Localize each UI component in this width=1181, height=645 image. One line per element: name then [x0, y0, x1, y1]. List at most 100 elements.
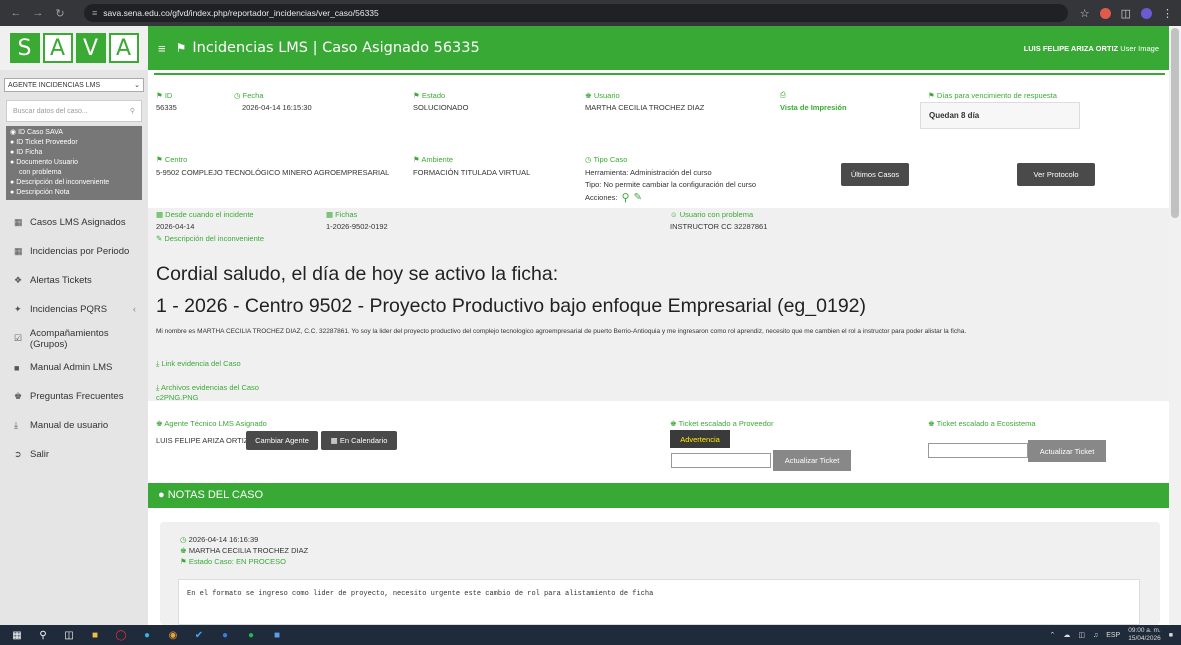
sidebar-item-label: Incidencias por Periodo [30, 246, 130, 257]
forward-icon[interactable]: → [30, 7, 46, 19]
profile-avatar-icon[interactable] [1141, 7, 1152, 19]
chrome-icon[interactable]: ◉ [164, 630, 182, 641]
logo-letter: A [108, 33, 139, 63]
centro-label-text: Centro [164, 155, 188, 164]
filter-option-radio[interactable]: ● Descripción del inconveniente [10, 178, 138, 188]
system-tray: ⌃ ☁ ◫ ♫ ESP 09:00 a. m. 15/04/2026 ■ [1049, 627, 1173, 643]
back-icon[interactable]: ← [8, 7, 24, 19]
sidebar-item-salir[interactable]: ➲ Salir [0, 440, 148, 469]
descripcion-label: ✎ Descripción del inconveniente [156, 234, 265, 243]
sidebar-item-alertas[interactable]: ❖ Alertas Tickets [0, 266, 148, 295]
scrollbar-thumb[interactable] [1171, 28, 1179, 218]
app-icon[interactable]: ✔ [190, 630, 208, 641]
address-bar[interactable]: ≡ sava.sena.edu.co/gfvd/index.php/report… [84, 4, 1068, 22]
search-icon[interactable]: ⚲ [622, 191, 630, 204]
role-select[interactable]: AGENTE INCIDENCIAS LMS ⌄ [4, 78, 144, 92]
link-evidencia-text: Link evidencia del Caso [161, 359, 241, 368]
extensions-puzzle-icon[interactable]: ◫ [1121, 7, 1131, 20]
ticket-proveedor-label-text: Ticket escalado a Proveedor [678, 419, 774, 428]
filter-option-radio[interactable]: ● Descripción Nota [10, 188, 138, 198]
site-settings-icon[interactable]: ≡ [92, 8, 97, 18]
archivos-label: ⤓ Archivos evidencias del Caso [156, 383, 259, 392]
sidebar-item-manual-admin[interactable]: ■ Manual Admin LMS [0, 353, 148, 382]
ticket-proveedor-input[interactable] [671, 453, 771, 468]
ticket-ecosistema-input[interactable] [928, 443, 1028, 458]
sidebar: AGENTE INCIDENCIAS LMS ⌄ Buscar datos del… [0, 70, 148, 625]
filter-option-radio[interactable]: ◉ ID Caso SAVA [10, 128, 138, 138]
windows-start-icon[interactable]: ▦ [8, 630, 26, 641]
filter-label: Descripción del inconveniente [16, 179, 110, 186]
desde-label: ▦ Desde cuando el incidente [156, 210, 254, 219]
sidebar-item-casos-lms[interactable]: ▦ Casos LMS Asignados [0, 208, 148, 237]
sidebar-item-manual-usuario[interactable]: ⤓ Manual de usuario [0, 411, 148, 440]
ambiente-label: ⚑ Ambiente [413, 155, 454, 164]
search-icon[interactable]: ⚲ [130, 107, 135, 115]
filter-label: Descripción Nota [16, 189, 70, 196]
task-view-icon[interactable]: ◫ [60, 630, 78, 641]
filter-option-radio[interactable]: ● Documento Usuario [10, 158, 138, 168]
opera-icon[interactable]: ◯ [112, 630, 130, 641]
bookmark-star-icon[interactable]: ☆ [1080, 7, 1090, 20]
archivo-link[interactable]: c2PNG.PNG [156, 393, 199, 402]
user-icon: ♚ [180, 546, 187, 555]
extension-icon[interactable] [1099, 7, 1111, 19]
clock[interactable]: 09:00 a. m. 15/04/2026 [1128, 627, 1161, 643]
cloud-icon[interactable]: ☁ [1063, 631, 1070, 639]
ver-protocolo-button[interactable]: Ver Protocolo [1017, 163, 1095, 186]
sidebar-item-label: Alertas Tickets [30, 275, 92, 286]
sidebar-item-preguntas[interactable]: ♚ Preguntas Frecuentes [0, 382, 148, 411]
wrench-icon: ✦ [14, 304, 22, 314]
chevron-up-icon[interactable]: ⌃ [1049, 631, 1055, 639]
network-icon[interactable]: ◫ [1078, 631, 1085, 639]
search-icon[interactable]: ⚲ [34, 630, 52, 641]
calendar-icon: ▦ [330, 436, 338, 445]
sidebar-item-acompanamientos[interactable]: ☑ Acompañamientos (Grupos) [0, 324, 148, 353]
cambiar-agente-button[interactable]: Cambiar Agente [246, 431, 318, 450]
logo-letter: V [75, 33, 106, 63]
users-icon: ♚ [14, 391, 23, 401]
link-evidencia[interactable]: ⤓ Link evidencia del Caso [156, 359, 241, 369]
logout-icon: ➲ [14, 449, 22, 459]
user-menu[interactable]: LUIS FELIPE ARIZA ORTIZ User Image [1024, 44, 1159, 53]
sidebar-item-incidencias-periodo[interactable]: ▦ Incidencias por Periodo [0, 237, 148, 266]
browser-menu-icon[interactable]: ⋮ [1162, 7, 1173, 20]
comment-icon: ● [158, 489, 165, 501]
agente-label: ♚ Agente Técnico LMS Asignado [156, 419, 267, 428]
actualizar-ticket-button[interactable]: Actualizar Ticket [773, 450, 851, 471]
actualizar-ticket-ecosistema-button[interactable]: Actualizar Ticket [1028, 440, 1106, 462]
app-icon[interactable]: ■ [268, 630, 286, 641]
language-indicator[interactable]: ESP [1106, 632, 1120, 639]
edge-icon[interactable]: ● [138, 630, 156, 641]
ambiente-label-text: Ambiente [421, 155, 454, 164]
advertencia-button[interactable]: Advertencia [670, 430, 730, 448]
hamburger-menu-icon[interactable]: ≡ [158, 41, 166, 56]
note-status-text: Estado Caso: EN PROCESO [188, 557, 286, 566]
note-author-text: MARTHA CECILIA TROCHEZ DIAZ [188, 546, 309, 555]
edit-pencil-icon[interactable]: ✎ [634, 192, 642, 203]
acciones-row: Acciones: ⚲ ✎ [585, 191, 642, 204]
sava-logo[interactable]: S A V A [0, 26, 148, 70]
dias-label-text: Días para vencimiento de respuesta [936, 91, 1057, 100]
filter-option-radio[interactable]: ● ID Ticket Proveedor [10, 138, 138, 148]
case-centro: 5-9502 COMPLEJO TECNOLÓGICO MINERO AGROE… [156, 168, 390, 177]
print-view-link[interactable]: Vista de Impresión [780, 103, 847, 112]
spotify-icon[interactable]: ● [242, 630, 260, 641]
notifications-icon[interactable]: ■ [1169, 632, 1173, 639]
role-select-value: AGENTE INCIDENCIAS LMS [8, 81, 101, 89]
volume-icon[interactable]: ♫ [1093, 632, 1098, 639]
file-explorer-icon[interactable]: ■ [86, 630, 104, 641]
acciones-label: Acciones: [585, 193, 618, 202]
case-id: 56335 [156, 103, 177, 112]
en-calendario-button[interactable]: ▦ En Calendario [321, 431, 397, 450]
page-title: Incidencias LMS | Caso Asignado 56335 [192, 40, 480, 56]
reload-icon[interactable]: ↻ [52, 7, 68, 20]
app-icon[interactable]: ● [216, 630, 234, 641]
filter-option-radio[interactable]: ● ID Ficha [10, 148, 138, 158]
sidebar-item-pqrs[interactable]: ✦ Incidencias PQRS ‹ [0, 295, 148, 324]
notes-title: NOTAS DEL CASO [167, 489, 264, 501]
ultimos-casos-button[interactable]: Últimos Casos [841, 163, 909, 186]
case-fichas: 1-2026-9502-0192 [326, 222, 388, 231]
book-icon: ■ [14, 362, 20, 373]
case-search-input[interactable]: Buscar datos del caso... ⚲ [6, 100, 142, 122]
case-herramienta: Herramienta: Administración del curso [585, 168, 712, 177]
